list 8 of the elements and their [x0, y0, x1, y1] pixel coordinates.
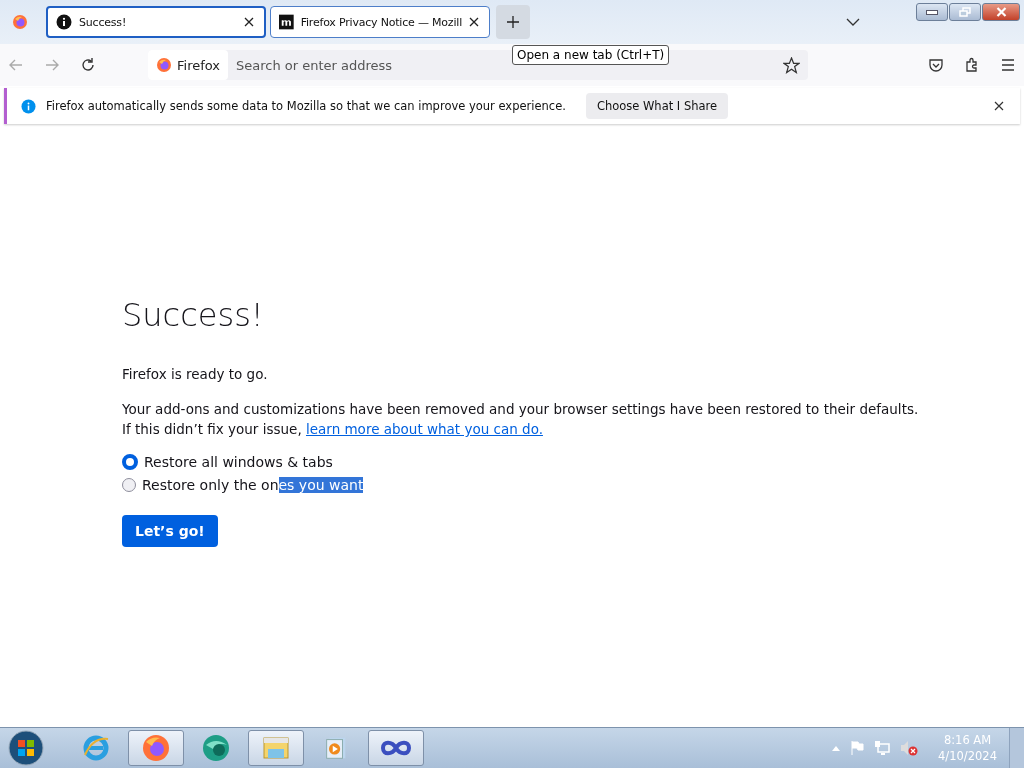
tab-title: Firefox Privacy Notice — Mozill: [300, 15, 462, 29]
page-heading: Success!: [122, 296, 265, 334]
tab-title: Success!: [79, 15, 128, 29]
notification-message: Firefox automatically sends some data to Mozilla so that we can improve your experience.: [46, 99, 566, 113]
tooltip: Open a new tab (Ctrl+T): [512, 45, 670, 65]
help-text: If this didn’t fix your issue,: [122, 421, 302, 437]
intro-text: Firefox is ready to go.: [122, 365, 269, 384]
body-text: Your add-ons and customizations have been removed and your browser settings have been restored to their defaults.: [122, 400, 920, 419]
